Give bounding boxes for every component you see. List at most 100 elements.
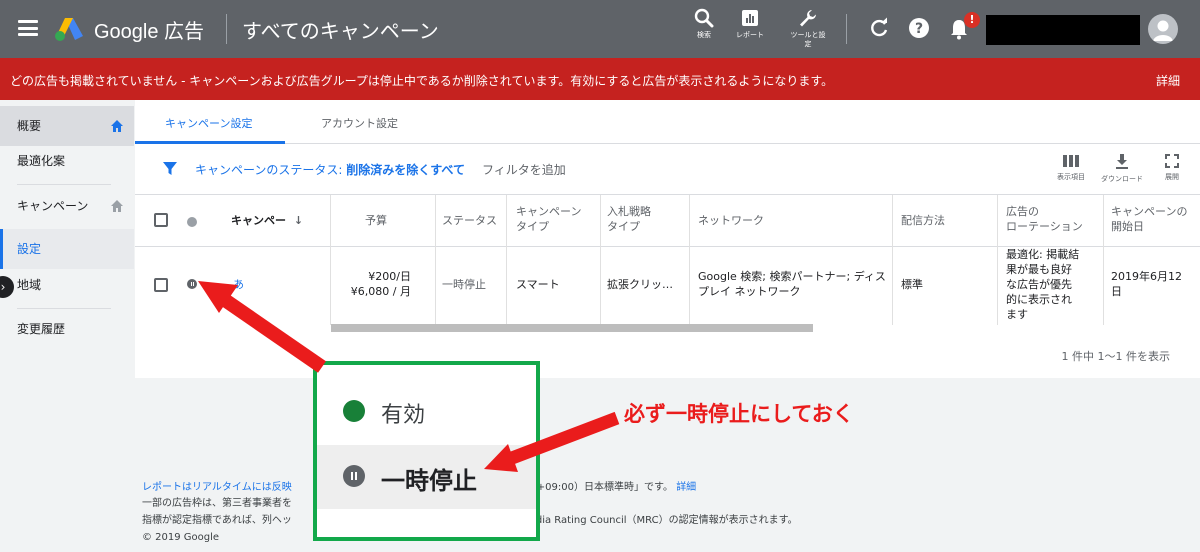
column-header-campaign-label: キャンペー [231, 214, 286, 227]
column-header-line: 広告の [1006, 205, 1039, 218]
help-icon[interactable]: ? [908, 17, 930, 39]
ad-rotation-line: な広告が優先 [1006, 278, 1072, 291]
column-header-network[interactable]: ネットワーク [698, 213, 764, 228]
table-header: キャンペー ↓ 予算 ステータス キャンペーン タイプ 入札戦略 タイプ ネット… [135, 195, 1200, 247]
footer-third-party-text: 一部の広告枠は、第三者事業者を [142, 498, 292, 509]
sidebar-item-locations[interactable]: 地域 [0, 265, 134, 305]
column-divider [506, 247, 507, 325]
table-row: あ ¥200/日 ¥6,080 / 月 一時停止 スマート 拡張クリッ… Goo… [135, 247, 1200, 325]
page-title: すべてのキャンペーン [242, 19, 439, 43]
status-column-icon [187, 217, 197, 227]
add-filter-button[interactable]: フィルタを追加 [482, 161, 566, 178]
search-tool-button[interactable]: 検索 [694, 8, 714, 40]
wrench-icon [800, 10, 816, 27]
sidebar-item-campaigns[interactable]: キャンペーン [0, 186, 134, 226]
avatar[interactable] [1148, 14, 1178, 44]
horizontal-scrollbar[interactable] [331, 324, 813, 332]
ad-rotation-cell[interactable]: 最適化: 掲載結 果が最も良好 な広告が優先 的に表示され ます [1006, 247, 1079, 322]
sidebar-item-label: 変更履歴 [17, 322, 66, 336]
expand-label: 展開 [1165, 173, 1179, 181]
sidebar-item-change-history[interactable]: 変更履歴 [0, 309, 134, 349]
sidebar-item-settings[interactable]: 設定 [0, 229, 134, 269]
download-button[interactable]: ダウンロード [1101, 154, 1143, 184]
alert-details-link[interactable]: 詳細 [1156, 72, 1180, 89]
brand-name: Google 広告 [94, 21, 205, 43]
budget-cell[interactable]: ¥200/日 ¥6,080 / 月 [335, 269, 411, 299]
column-header-budget[interactable]: 予算 [365, 213, 387, 228]
sidebar-item-label: 最適化案 [17, 154, 66, 168]
sidebar-item-label: 地域 [17, 278, 42, 292]
columns-label: 表示項目 [1057, 173, 1085, 181]
menu-icon[interactable] [18, 20, 38, 36]
column-header-bid-strategy[interactable]: 入札戦略 タイプ [607, 204, 651, 234]
column-header-line: キャンペーンの [1111, 205, 1188, 218]
start-date-line: 日 [1111, 285, 1122, 298]
footer-details-link[interactable]: 詳細 [676, 482, 696, 493]
paused-option-row: 一時停止 [317, 445, 536, 509]
footer-mrc-tail: ーに Media Rating Council（MRC）の認定情報が表示されます… [497, 515, 798, 526]
column-header-campaign[interactable]: キャンペー ↓ [231, 213, 303, 228]
settings-tabs: キャンペーン設定 アカウント設定 [135, 100, 1200, 144]
status-options-callout: 有効 一時停止 [313, 361, 540, 541]
sidebar-item-overview[interactable]: 概要 [0, 106, 134, 146]
row-checkbox[interactable] [154, 278, 168, 292]
column-divider [689, 247, 690, 325]
column-header-line: タイプ [516, 220, 549, 233]
status-filter-chip[interactable]: キャンペーンのステータス: 削除済みを除くすべて [195, 161, 465, 178]
svg-text:?: ? [915, 21, 923, 37]
report-icon [742, 10, 758, 26]
column-divider [892, 247, 893, 325]
home-icon [111, 200, 123, 212]
status-filter-prefix: キャンペーンのステータス: [195, 163, 347, 177]
column-divider [330, 247, 331, 325]
enabled-option-label: 有効 [381, 403, 426, 428]
filter-icon[interactable] [163, 162, 177, 176]
select-all-checkbox[interactable] [154, 213, 168, 227]
budget-monthly: ¥6,080 / 月 [350, 285, 411, 298]
columns-button[interactable]: 表示項目 [1057, 154, 1085, 182]
start-date-cell[interactable]: 2019年6月12 日 [1111, 269, 1182, 299]
column-divider [600, 195, 601, 247]
columns-icon [1063, 155, 1079, 167]
column-header-start-date[interactable]: キャンペーンの 開始日 [1111, 204, 1193, 234]
expand-button[interactable]: 展開 [1165, 154, 1179, 182]
footer-mrc-text: 指標が認定指標であれば、列ヘッ [142, 515, 292, 526]
column-divider [997, 195, 998, 247]
column-header-status[interactable]: ステータス [442, 213, 497, 228]
ad-rotation-line: 最適化: 掲載結 [1006, 248, 1080, 261]
column-header-campaign-type[interactable]: キャンペーン タイプ [516, 204, 581, 234]
paused-status-icon[interactable] [187, 279, 197, 289]
sidebar-item-recommendations[interactable]: 最適化案 [0, 141, 134, 181]
delivery-cell[interactable]: 標準 [901, 277, 923, 292]
top-app-bar: Google 広告 すべてのキャンペーン 検索 レポート ツールと設定 ? ! [0, 0, 1200, 58]
tools-settings-button[interactable]: ツールと設定 [788, 8, 828, 49]
tab-campaign-settings[interactable]: キャンペーン設定 [165, 115, 252, 131]
account-name-redacted[interactable] [986, 15, 1140, 45]
status-cell[interactable]: 一時停止 [442, 277, 486, 292]
column-divider [689, 195, 690, 247]
column-divider [892, 195, 893, 247]
report-tool-button[interactable]: レポート [736, 8, 764, 40]
start-date-line: 2019年6月12 [1111, 270, 1182, 283]
ad-rotation-line: 的に表示され [1006, 293, 1072, 306]
column-header-delivery[interactable]: 配信方法 [901, 213, 945, 228]
bid-strategy-cell[interactable]: 拡張クリッ… [607, 277, 673, 292]
tab-account-settings[interactable]: アカウント設定 [321, 115, 398, 131]
sidebar-item-label: キャンペーン [17, 199, 89, 213]
header-divider [226, 14, 227, 44]
pagination-summary: 1 件中 1〜1 件を表示 [1061, 350, 1171, 363]
sidebar-item-label: 設定 [17, 242, 42, 256]
column-divider [1103, 195, 1104, 247]
column-divider [600, 247, 601, 325]
alert-message: どの広告も掲載されていません - キャンペーンおよび広告グループは停止中であるか… [10, 74, 834, 88]
campaign-name-link[interactable]: あ [233, 277, 244, 292]
column-divider [506, 195, 507, 247]
network-cell[interactable]: Google 検索; 検索パートナー; ディス プレイ ネットワーク [698, 269, 886, 299]
column-divider [997, 247, 998, 325]
column-header-ad-rotation[interactable]: 広告の ローテーション [1006, 204, 1096, 234]
refresh-icon[interactable] [868, 17, 890, 39]
campaign-type-cell: スマート [516, 278, 560, 291]
budget-daily: ¥200/日 [368, 270, 411, 283]
realtime-report-link[interactable]: レポートはリアルタイムには反映 [142, 482, 292, 493]
pause-icon [343, 465, 365, 487]
